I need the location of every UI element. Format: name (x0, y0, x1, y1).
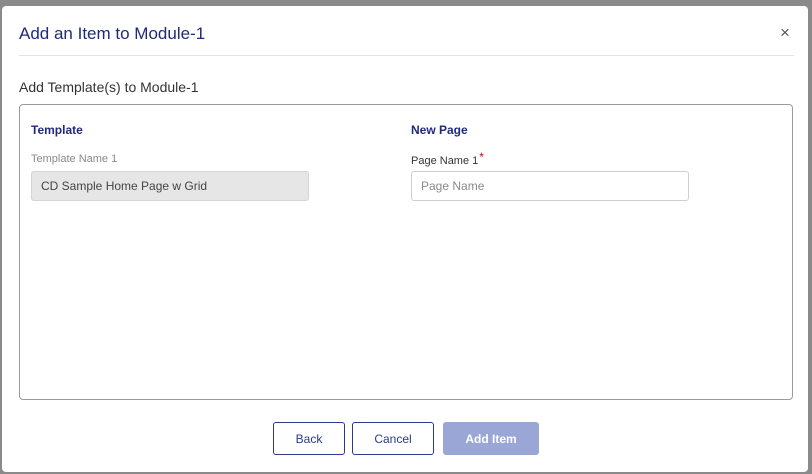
page-name-input[interactable] (411, 171, 689, 201)
required-marker: * (479, 150, 484, 164)
add-item-button[interactable]: Add Item (443, 422, 539, 455)
template-panel: Template Template Name 1 CD Sample Home … (19, 104, 793, 400)
back-button[interactable]: Back (273, 422, 345, 455)
header-divider (19, 55, 794, 56)
template-column-heading: Template (31, 123, 83, 137)
close-button[interactable]: × (776, 24, 794, 42)
add-item-dialog: Add an Item to Module-1 × Add Template(s… (2, 6, 808, 472)
section-heading: Add Template(s) to Module-1 (19, 79, 199, 95)
close-icon: × (780, 23, 790, 42)
page-name-label: Page Name 1* (411, 150, 484, 167)
template-name-field: CD Sample Home Page w Grid (31, 171, 309, 201)
dialog-title: Add an Item to Module-1 (19, 24, 206, 43)
cancel-button[interactable]: Cancel (352, 422, 434, 455)
template-name-label: Template Name 1 (31, 153, 118, 165)
page-name-label-text: Page Name 1 (411, 155, 479, 167)
new-page-column-heading: New Page (411, 123, 468, 137)
